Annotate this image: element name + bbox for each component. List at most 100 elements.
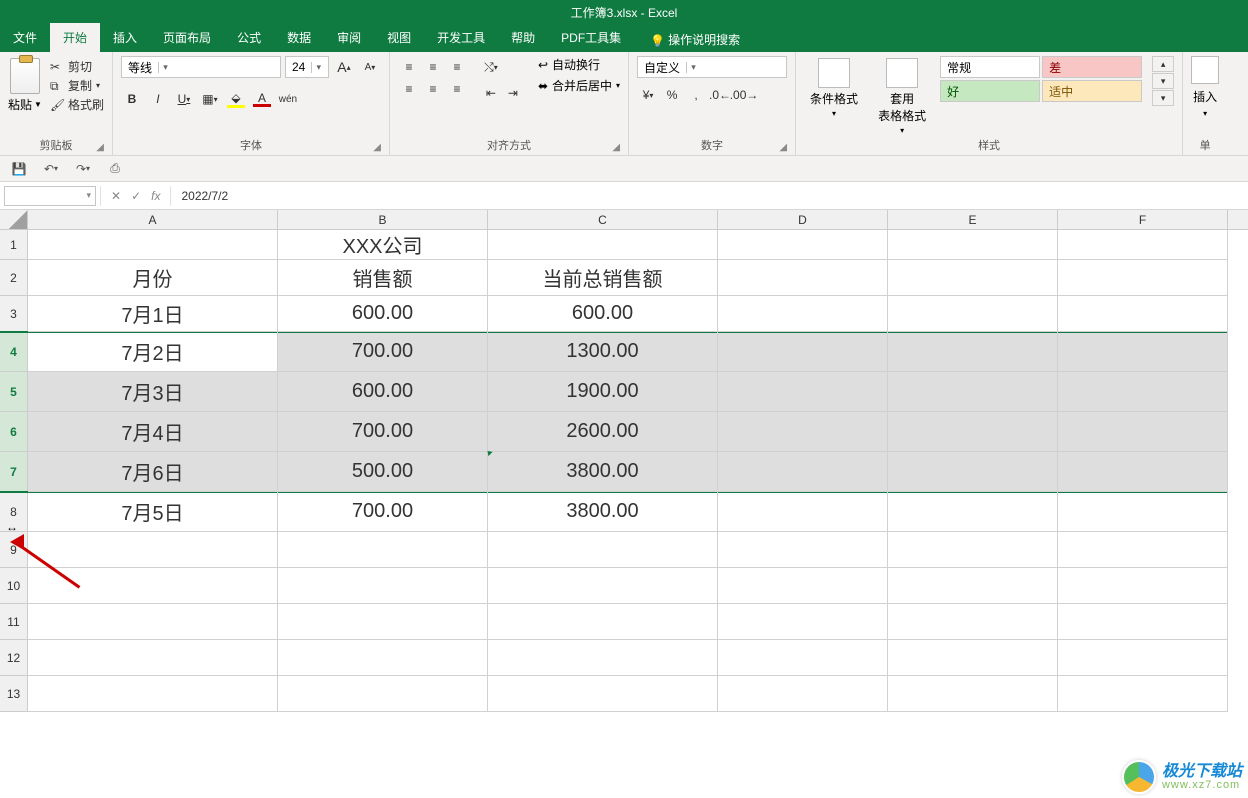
paste-button[interactable]: 粘贴▼ bbox=[8, 96, 42, 113]
decrease-decimal-button[interactable]: .00→ bbox=[733, 84, 755, 106]
cell-D9[interactable] bbox=[718, 532, 888, 568]
cell-C13[interactable] bbox=[488, 676, 718, 712]
col-header-E[interactable]: E bbox=[888, 210, 1058, 229]
number-launcher-icon[interactable]: ◢ bbox=[779, 142, 787, 153]
cell-D12[interactable] bbox=[718, 640, 888, 676]
cell-B7[interactable]: 500.00 bbox=[278, 452, 488, 492]
increase-indent-button[interactable]: ⇥ bbox=[502, 82, 524, 104]
cell-E9[interactable] bbox=[888, 532, 1058, 568]
phonetic-button[interactable]: wén bbox=[277, 88, 299, 110]
cell-F12[interactable] bbox=[1058, 640, 1228, 676]
cell-F7[interactable] bbox=[1058, 452, 1228, 492]
comma-style-button[interactable]: , bbox=[685, 84, 707, 106]
cell-A13[interactable] bbox=[28, 676, 278, 712]
cell-C7[interactable]: 3800.00 bbox=[488, 452, 718, 492]
cell-E5[interactable] bbox=[888, 372, 1058, 412]
cell-F2[interactable] bbox=[1058, 260, 1228, 296]
cell-B5[interactable]: 600.00 bbox=[278, 372, 488, 412]
cell-D2[interactable] bbox=[718, 260, 888, 296]
cell-E2[interactable] bbox=[888, 260, 1058, 296]
cell-B2[interactable]: 销售额 bbox=[278, 260, 488, 296]
row-header-6[interactable]: 6 bbox=[0, 412, 28, 452]
align-right-button[interactable]: ≡ bbox=[446, 78, 468, 100]
cell-C8[interactable]: 3800.00 bbox=[488, 492, 718, 532]
tell-me-search[interactable]: 💡操作说明搜索 bbox=[644, 27, 746, 52]
cell-C10[interactable] bbox=[488, 568, 718, 604]
font-launcher-icon[interactable]: ◢ bbox=[373, 142, 381, 153]
menu-视图[interactable]: 视图 bbox=[374, 23, 424, 52]
align-bottom-button[interactable]: ≡ bbox=[446, 56, 468, 78]
menu-页面布局[interactable]: 页面布局 bbox=[150, 23, 224, 52]
wrap-text-button[interactable]: ↩自动换行 bbox=[538, 56, 620, 73]
row-header-11[interactable]: 11 bbox=[0, 604, 28, 640]
cell-A12[interactable] bbox=[28, 640, 278, 676]
row-header-13[interactable]: 13 bbox=[0, 676, 28, 712]
style-neutral[interactable]: 适中 bbox=[1042, 80, 1142, 102]
fill-color-button[interactable]: ⬙ bbox=[225, 88, 247, 110]
decrease-indent-button[interactable]: ⇤ bbox=[480, 82, 502, 104]
align-center-button[interactable]: ≡ bbox=[422, 78, 444, 100]
percent-button[interactable]: % bbox=[661, 84, 683, 106]
cell-D8[interactable] bbox=[718, 492, 888, 532]
col-header-D[interactable]: D bbox=[718, 210, 888, 229]
border-button[interactable]: ▦▾ bbox=[199, 88, 221, 110]
undo-button[interactable]: ↶▾ bbox=[40, 158, 62, 180]
col-header-F[interactable]: F bbox=[1058, 210, 1228, 229]
cell-F5[interactable] bbox=[1058, 372, 1228, 412]
cell-A2[interactable]: 月份 bbox=[28, 260, 278, 296]
paste-icon[interactable] bbox=[10, 58, 40, 94]
format-painter-button[interactable]: 🖌格式刷 bbox=[50, 96, 104, 113]
cell-A8[interactable]: 7月5日 bbox=[28, 492, 278, 532]
cell-F13[interactable] bbox=[1058, 676, 1228, 712]
menu-PDF工具集[interactable]: PDF工具集 bbox=[548, 23, 634, 52]
styles-more-icon[interactable]: ▾ bbox=[1152, 90, 1174, 106]
redo-button[interactable]: ↷▾ bbox=[72, 158, 94, 180]
cell-D3[interactable] bbox=[718, 296, 888, 332]
cell-A4[interactable]: 7月2日 bbox=[28, 332, 278, 372]
style-good[interactable]: 好 bbox=[940, 80, 1040, 102]
cell-B4[interactable]: 700.00 bbox=[278, 332, 488, 372]
menu-数据[interactable]: 数据 bbox=[274, 23, 324, 52]
row-header-2[interactable]: 2 bbox=[0, 260, 28, 296]
font-color-button[interactable]: A bbox=[251, 88, 273, 110]
font-size-dropdown[interactable]: 24▾ bbox=[285, 56, 329, 78]
insert-button[interactable]: 插入▾ bbox=[1191, 56, 1219, 118]
bold-button[interactable]: B bbox=[121, 88, 143, 110]
styles-scroll-up-icon[interactable]: ▴ bbox=[1152, 56, 1174, 72]
formula-input[interactable]: 2022/7/2 bbox=[171, 189, 1248, 203]
cell-C3[interactable]: 600.00 bbox=[488, 296, 718, 332]
row-header-4[interactable]: 4 bbox=[0, 332, 28, 372]
cell-C12[interactable] bbox=[488, 640, 718, 676]
col-header-C[interactable]: C bbox=[488, 210, 718, 229]
row-header-12[interactable]: 12 bbox=[0, 640, 28, 676]
cell-F10[interactable] bbox=[1058, 568, 1228, 604]
cell-D6[interactable] bbox=[718, 412, 888, 452]
conditional-format-button[interactable]: 条件格式▾ bbox=[804, 56, 864, 120]
menu-开始[interactable]: 开始 bbox=[50, 23, 100, 52]
col-header-B[interactable]: B bbox=[278, 210, 488, 229]
cell-A6[interactable]: 7月4日 bbox=[28, 412, 278, 452]
cell-F8[interactable] bbox=[1058, 492, 1228, 532]
cell-C11[interactable] bbox=[488, 604, 718, 640]
cell-D5[interactable] bbox=[718, 372, 888, 412]
save-button[interactable]: 💾 bbox=[8, 158, 30, 180]
spreadsheet-grid[interactable]: ABCDEF 12345678910111213 XXX公司月份销售额当前总销售… bbox=[0, 210, 1248, 792]
menu-帮助[interactable]: 帮助 bbox=[498, 23, 548, 52]
menu-插入[interactable]: 插入 bbox=[100, 23, 150, 52]
cell-E3[interactable] bbox=[888, 296, 1058, 332]
cell-F4[interactable] bbox=[1058, 332, 1228, 372]
cell-D4[interactable] bbox=[718, 332, 888, 372]
enter-formula-icon[interactable]: ✓ bbox=[131, 189, 141, 203]
cell-B9[interactable] bbox=[278, 532, 488, 568]
cell-E7[interactable] bbox=[888, 452, 1058, 492]
cell-B13[interactable] bbox=[278, 676, 488, 712]
select-all-corner[interactable] bbox=[0, 210, 28, 229]
accounting-format-button[interactable]: ¥▾ bbox=[637, 84, 659, 106]
cell-D7[interactable] bbox=[718, 452, 888, 492]
cell-B11[interactable] bbox=[278, 604, 488, 640]
cell-E1[interactable] bbox=[888, 230, 1058, 260]
menu-文件[interactable]: 文件 bbox=[0, 23, 50, 52]
cell-C1[interactable] bbox=[488, 230, 718, 260]
number-format-dropdown[interactable]: 自定义▾ bbox=[637, 56, 787, 78]
cell-E12[interactable] bbox=[888, 640, 1058, 676]
